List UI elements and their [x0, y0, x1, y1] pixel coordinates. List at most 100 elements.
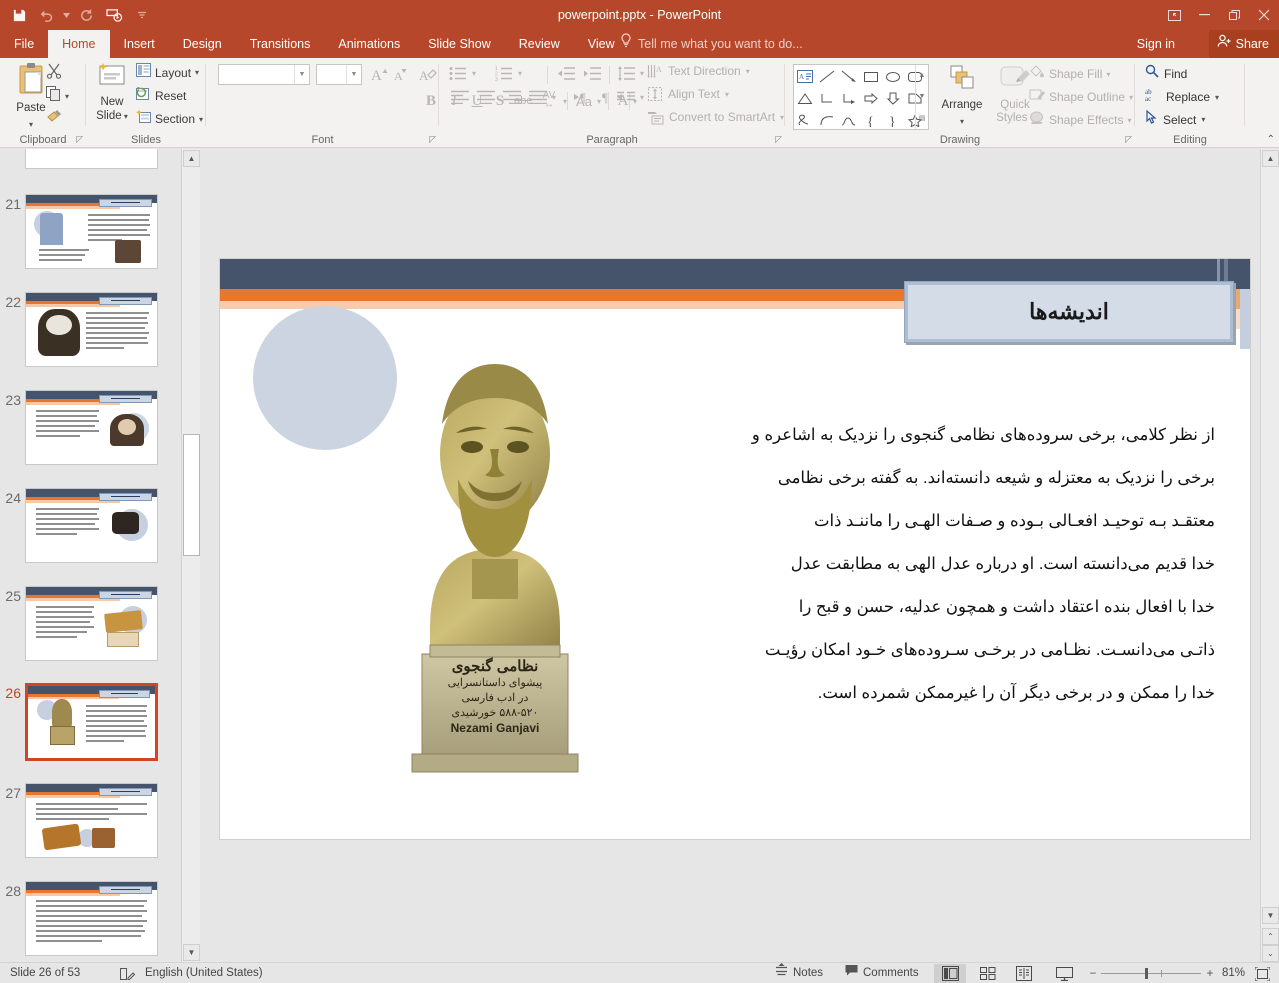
thumbnail-row-20[interactable]: 20	[0, 149, 181, 169]
tab-design[interactable]: Design	[169, 30, 236, 58]
font-size-dropdown-icon[interactable]: ▼	[346, 65, 361, 84]
slide-thumbnail-22[interactable]	[25, 292, 158, 367]
clipboard-dialog-launcher[interactable]: ◸	[76, 134, 83, 145]
thumbnail-scroll-down-button[interactable]: ▼	[183, 944, 200, 961]
slide-thumbnail-21[interactable]	[25, 194, 158, 269]
shape-effects-button[interactable]: Shape Effects ▾	[1029, 110, 1132, 130]
increase-font-size-button[interactable]: A	[369, 63, 391, 85]
font-size-combobox[interactable]: ▼	[316, 64, 362, 85]
slide-thumbnail-28[interactable]	[25, 881, 158, 956]
paste-dropdown-icon[interactable]: ▾	[29, 120, 33, 129]
new-slide-dropdown-icon[interactable]: ▾	[122, 112, 128, 121]
tab-animations[interactable]: Animations	[324, 30, 414, 58]
copy-button[interactable]: ▾	[46, 86, 69, 106]
thumbnail-row-27[interactable]: 27	[0, 783, 181, 858]
line-spacing-dropdown-icon[interactable]: ▾	[640, 69, 644, 78]
tab-review[interactable]: Review	[505, 30, 574, 58]
align-text-button[interactable]: Align Text ▾	[647, 86, 729, 102]
zoom-track[interactable]	[1101, 968, 1201, 979]
redo-icon[interactable]	[73, 2, 99, 28]
slide-thumbnail-24[interactable]	[25, 488, 158, 563]
close-button[interactable]	[1249, 0, 1279, 30]
zoom-out-button[interactable]: −	[1085, 968, 1101, 980]
columns-dropdown-icon[interactable]: ▾	[640, 93, 644, 102]
arc-shape-icon[interactable]	[838, 109, 860, 131]
numbering-button[interactable]: 123 ▾	[495, 66, 522, 81]
slide-thumbnail-23[interactable]	[25, 390, 158, 465]
nezami-bust-image[interactable]: نظامی گنجوی پیشوای داستانسرایی در ادب فا…	[400, 329, 590, 779]
align-left-button[interactable]	[451, 90, 469, 104]
align-text-dropdown-icon[interactable]: ▾	[725, 90, 729, 99]
shapes-gallery-more-icon[interactable]: ▤	[916, 108, 928, 129]
slide-thumbnail-20[interactable]	[25, 149, 158, 169]
thumbnail-row-25[interactable]: 25	[0, 586, 181, 661]
customize-qat-icon[interactable]	[129, 2, 155, 28]
line-shape-icon[interactable]	[816, 65, 838, 87]
slide-thumbnail-25[interactable]	[25, 586, 158, 661]
thumbnail-row-23[interactable]: 23	[0, 390, 181, 465]
layout-dropdown-icon[interactable]: ▾	[195, 68, 199, 77]
shape-effects-dropdown-icon[interactable]: ▾	[1128, 116, 1132, 125]
save-icon[interactable]	[6, 2, 32, 28]
replace-button[interactable]: ab ac Replace ▾	[1145, 87, 1219, 107]
layout-button[interactable]: Layout ▾	[136, 63, 199, 82]
restore-button[interactable]	[1219, 0, 1249, 30]
replace-dropdown-icon[interactable]: ▾	[1215, 93, 1219, 102]
slide-scroll-down-button[interactable]: ▼	[1262, 907, 1279, 924]
new-slide-button[interactable]: New Slide ▾	[90, 62, 134, 123]
slide-indicator[interactable]: Slide 26 of 53	[10, 963, 80, 983]
text-direction-dropdown-icon[interactable]: ▾	[746, 67, 750, 76]
convert-to-smartart-button[interactable]: Convert to SmartArt ▾	[647, 109, 784, 125]
previous-slide-button[interactable]: ⌃	[1262, 928, 1279, 945]
arrange-button[interactable]: Arrange ▾	[937, 64, 987, 129]
font-name-dropdown-icon[interactable]: ▼	[294, 65, 309, 84]
section-button[interactable]: Section ▾	[136, 109, 203, 129]
undo-dropdown-icon[interactable]	[62, 2, 71, 28]
comments-button[interactable]: Comments	[845, 963, 919, 983]
scribble-shape-icon[interactable]	[794, 109, 816, 131]
justify-dropdown-icon[interactable]: ▾	[552, 93, 556, 102]
down-arrow-shape-icon[interactable]	[882, 87, 904, 109]
thumbnail-row-26[interactable]: 26	[0, 683, 181, 761]
textbox-shape-icon[interactable]: A	[794, 65, 816, 87]
undo-icon[interactable]	[34, 2, 60, 28]
reset-button[interactable]: Reset	[136, 86, 186, 105]
slide-sorter-view-button[interactable]	[972, 964, 1004, 983]
language-indicator[interactable]: English (United States)	[130, 963, 263, 983]
section-dropdown-icon[interactable]: ▾	[199, 115, 203, 124]
start-from-beginning-icon[interactable]	[101, 2, 127, 28]
tab-slide-show[interactable]: Slide Show	[414, 30, 505, 58]
justify-button[interactable]: ▾	[529, 90, 556, 104]
slide-show-view-button[interactable]	[1048, 964, 1080, 983]
rectangle-shape-icon[interactable]	[860, 65, 882, 87]
normal-view-button[interactable]	[934, 964, 966, 983]
clear-formatting-button[interactable]: A	[417, 63, 439, 85]
reading-view-button[interactable]	[1008, 964, 1040, 983]
tell-me-search[interactable]: Tell me what you want to do...	[620, 30, 803, 58]
shape-outline-dropdown-icon[interactable]: ▾	[1129, 93, 1133, 102]
thumbnail-row-21[interactable]: 21	[0, 194, 181, 269]
notes-button[interactable]: Notes	[775, 963, 823, 983]
decrease-font-size-button[interactable]: A	[391, 63, 413, 85]
left-to-right-button[interactable]: ¶	[574, 90, 596, 104]
shape-outline-button[interactable]: Shape Outline ▾	[1029, 87, 1133, 107]
fit-to-window-button[interactable]	[1255, 963, 1270, 983]
thumbnail-row-24[interactable]: 24	[0, 488, 181, 563]
shapes-scroll-up-icon[interactable]: ▲	[916, 65, 928, 86]
slide-thumbnail-27[interactable]	[25, 783, 158, 858]
slide-canvas-area[interactable]: اندیشه‌ها	[200, 149, 1260, 962]
zoom-slider[interactable]: − +	[1085, 963, 1219, 983]
thumbnail-scrollbar[interactable]: ▲ ▼	[181, 149, 200, 962]
bullets-dropdown-icon[interactable]: ▾	[472, 69, 476, 78]
copy-dropdown-icon[interactable]: ▾	[65, 92, 69, 101]
select-button[interactable]: Select ▾	[1145, 109, 1205, 129]
thumbnail-row-28[interactable]: 28	[0, 881, 181, 956]
slide-thumbnail-26[interactable]	[25, 683, 158, 761]
slide-vertical-scrollbar[interactable]: ▲ ▼ ⌃ ⌄	[1260, 149, 1279, 962]
arrange-dropdown-icon[interactable]: ▾	[960, 117, 964, 126]
right-arrow-shape-icon[interactable]	[860, 87, 882, 109]
paragraph-dialog-launcher[interactable]: ◸	[775, 134, 782, 145]
tab-transitions[interactable]: Transitions	[236, 30, 325, 58]
triangle-shape-icon[interactable]	[794, 87, 816, 109]
shapes-scroll-down-icon[interactable]: ▼	[916, 86, 928, 107]
